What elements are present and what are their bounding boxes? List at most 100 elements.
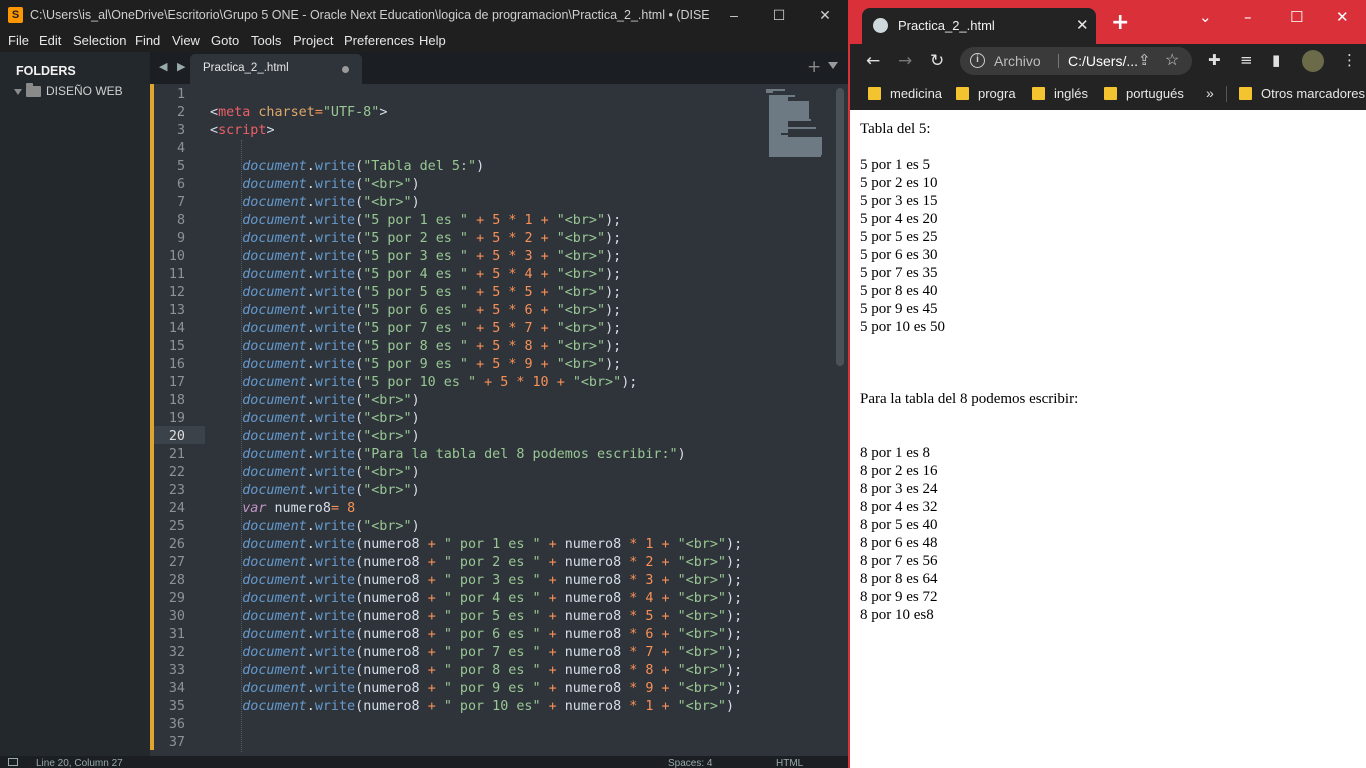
panel-toggle-icon[interactable] bbox=[8, 758, 18, 766]
code-text[interactable]: document.write("<br>") bbox=[210, 428, 419, 446]
code-text[interactable]: <script> bbox=[210, 122, 275, 140]
kebab-menu-icon[interactable]: ⋮ bbox=[1342, 51, 1357, 69]
menu-project[interactable]: Project bbox=[293, 33, 333, 48]
more-bookmarks-chevron-icon[interactable]: » bbox=[1206, 85, 1214, 101]
code-line[interactable]: 14 document.write("5 por 7 es " + 5 * 7 … bbox=[150, 320, 770, 338]
code-line[interactable]: 4 bbox=[150, 140, 770, 158]
code-text[interactable]: document.write(numero8 + " por 6 es " + … bbox=[210, 626, 742, 644]
menu-help[interactable]: Help bbox=[419, 33, 446, 48]
code-text[interactable]: document.write("5 por 1 es " + 5 * 1 + "… bbox=[210, 212, 621, 230]
bookmark-medicina[interactable]: medicina bbox=[868, 86, 942, 101]
code-line[interactable]: 27 document.write(numero8 + " por 2 es "… bbox=[150, 554, 770, 572]
code-line[interactable]: 25 document.write("<br>") bbox=[150, 518, 770, 536]
code-line[interactable]: 16 document.write("5 por 9 es " + 5 * 9 … bbox=[150, 356, 770, 374]
share-icon[interactable]: ⇪ bbox=[1138, 51, 1151, 69]
code-line[interactable]: 34 document.write(numero8 + " por 9 es "… bbox=[150, 680, 770, 698]
new-tab-plus-icon[interactable]: + bbox=[807, 57, 821, 77]
code-line[interactable]: 28 document.write(numero8 + " por 3 es "… bbox=[150, 572, 770, 590]
code-editor[interactable]: 1 2 <meta charset="UTF-8"> 3 <script> 4 5 docu… bbox=[150, 84, 848, 756]
minimize-icon[interactable]: – bbox=[1244, 8, 1252, 26]
indentation-status[interactable]: Spaces: 4 bbox=[668, 758, 712, 768]
tab-close-icon[interactable]: ✕ bbox=[1076, 16, 1089, 34]
code-line[interactable]: 22 document.write("<br>") bbox=[150, 464, 770, 482]
code-line[interactable]: 11 document.write("5 por 4 es " + 5 * 4 … bbox=[150, 266, 770, 284]
menu-view[interactable]: View bbox=[172, 33, 200, 48]
code-line[interactable]: 12 document.write("5 por 5 es " + 5 * 5 … bbox=[150, 284, 770, 302]
code-text[interactable]: document.write(numero8 + " por 5 es " + … bbox=[210, 608, 742, 626]
reload-icon[interactable]: ↻ bbox=[930, 51, 944, 71]
code-text[interactable]: document.write("5 por 10 es " + 5 * 10 +… bbox=[210, 374, 637, 392]
sidebar-folder-diseno-web[interactable]: DISEÑO WEB bbox=[14, 83, 123, 98]
code-line[interactable]: 36 bbox=[150, 716, 770, 734]
code-text[interactable]: document.write("Para la tabla del 8 pode… bbox=[210, 446, 685, 464]
code-line[interactable]: 33 document.write(numero8 + " por 8 es "… bbox=[150, 662, 770, 680]
code-line[interactable]: 21 document.write("Para la tabla del 8 p… bbox=[150, 446, 770, 464]
extensions-puzzle-icon[interactable]: ✚ bbox=[1208, 51, 1221, 69]
code-line[interactable]: 2 <meta charset="UTF-8"> bbox=[150, 104, 770, 122]
address-bar[interactable]: i Archivo C:/Users/... ⇪ ☆ bbox=[960, 47, 1192, 75]
code-text[interactable]: var numero8= 8 bbox=[210, 500, 355, 518]
bookmark-otros-marcadores[interactable]: Otros marcadores bbox=[1239, 86, 1365, 101]
code-text[interactable]: document.write("5 por 6 es " + 5 * 6 + "… bbox=[210, 302, 621, 320]
minimize-icon[interactable]: – bbox=[724, 5, 744, 25]
profile-avatar[interactable] bbox=[1302, 50, 1324, 72]
bookmark-star-icon[interactable]: ☆ bbox=[1165, 50, 1179, 70]
address-url[interactable]: C:/Users/... bbox=[1068, 53, 1138, 69]
code-lines[interactable]: 1 2 <meta charset="UTF-8"> 3 <script> 4 5 docu… bbox=[150, 86, 770, 752]
code-text[interactable]: document.write("<br>") bbox=[210, 482, 419, 500]
tab-search-chevron-icon[interactable]: ⌄ bbox=[1199, 8, 1212, 26]
menu-selection[interactable]: Selection bbox=[73, 33, 126, 48]
menu-goto[interactable]: Goto bbox=[211, 33, 239, 48]
code-text[interactable]: document.write("5 por 8 es " + 5 * 8 + "… bbox=[210, 338, 621, 356]
maximize-icon[interactable]: ☐ bbox=[1290, 8, 1303, 26]
code-line[interactable]: 19 document.write("<br>") bbox=[150, 410, 770, 428]
code-line[interactable]: 17 document.write("5 por 10 es " + 5 * 1… bbox=[150, 374, 770, 392]
media-queue-icon[interactable]: ≡ bbox=[1240, 51, 1253, 69]
menu-edit[interactable]: Edit bbox=[39, 33, 61, 48]
code-text[interactable]: document.write("5 por 9 es " + 5 * 9 + "… bbox=[210, 356, 621, 374]
code-line[interactable]: 24 var numero8= 8 bbox=[150, 500, 770, 518]
menu-tools[interactable]: Tools bbox=[251, 33, 281, 48]
code-text[interactable]: document.write("5 por 2 es " + 5 * 2 + "… bbox=[210, 230, 621, 248]
browser-tab[interactable]: Practica_2_.html ✕ bbox=[862, 8, 1096, 44]
code-line[interactable]: 32 document.write(numero8 + " por 7 es "… bbox=[150, 644, 770, 662]
code-text[interactable]: <meta charset="UTF-8"> bbox=[210, 104, 387, 122]
code-text[interactable]: document.write("5 por 5 es " + 5 * 5 + "… bbox=[210, 284, 621, 302]
code-text[interactable]: document.write("<br>") bbox=[210, 518, 419, 536]
code-line[interactable]: 26 document.write(numero8 + " por 1 es "… bbox=[150, 536, 770, 554]
close-icon[interactable]: ✕ bbox=[815, 5, 835, 25]
new-tab-icon[interactable]: + bbox=[1111, 10, 1129, 35]
code-text[interactable]: document.write(numero8 + " por 3 es " + … bbox=[210, 572, 742, 590]
code-line[interactable]: 3 <script> bbox=[150, 122, 770, 140]
code-line[interactable]: 31 document.write(numero8 + " por 6 es "… bbox=[150, 626, 770, 644]
info-icon[interactable]: i bbox=[970, 53, 985, 68]
close-icon[interactable]: ✕ bbox=[1336, 8, 1349, 26]
code-text[interactable]: document.write("5 por 7 es " + 5 * 7 + "… bbox=[210, 320, 621, 338]
back-arrow-icon[interactable]: ← bbox=[866, 51, 880, 71]
menu-file[interactable]: File bbox=[8, 33, 29, 48]
vertical-scrollbar[interactable] bbox=[836, 88, 844, 366]
code-text[interactable]: document.write(numero8 + " por 8 es " + … bbox=[210, 662, 742, 680]
code-text[interactable]: document.write("5 por 3 es " + 5 * 3 + "… bbox=[210, 248, 621, 266]
code-line[interactable]: 23 document.write("<br>") bbox=[150, 482, 770, 500]
bookmark-portugues[interactable]: portugués bbox=[1104, 86, 1184, 101]
tab-practica-2[interactable]: Practica_2_.html bbox=[190, 54, 362, 84]
code-line[interactable]: 7 document.write("<br>") bbox=[150, 194, 770, 212]
code-text[interactable]: document.write(numero8 + " por 9 es " + … bbox=[210, 680, 742, 698]
code-text[interactable]: document.write(numero8 + " por 2 es " + … bbox=[210, 554, 742, 572]
code-line[interactable]: 10 document.write("5 por 3 es " + 5 * 3 … bbox=[150, 248, 770, 266]
menu-preferences[interactable]: Preferences bbox=[344, 33, 414, 48]
bookmark-ingles[interactable]: inglés bbox=[1032, 86, 1088, 101]
code-text[interactable]: document.write("Tabla del 5:") bbox=[210, 158, 484, 176]
side-panel-icon[interactable]: ▮ bbox=[1272, 51, 1280, 69]
code-line[interactable]: 6 document.write("<br>") bbox=[150, 176, 770, 194]
code-line[interactable]: 37 bbox=[150, 734, 770, 752]
code-text[interactable]: document.write("<br>") bbox=[210, 410, 419, 428]
maximize-icon[interactable]: ☐ bbox=[769, 5, 789, 25]
code-line[interactable]: 18 document.write("<br>") bbox=[150, 392, 770, 410]
code-text[interactable]: document.write("<br>") bbox=[210, 176, 419, 194]
tab-nav-arrows-icon[interactable]: ◀ ▶ bbox=[159, 60, 188, 73]
code-text[interactable]: document.write(numero8 + " por 7 es " + … bbox=[210, 644, 742, 662]
code-text[interactable]: document.write(numero8 + " por 10 es" + … bbox=[210, 698, 734, 716]
minimap[interactable] bbox=[766, 87, 830, 163]
